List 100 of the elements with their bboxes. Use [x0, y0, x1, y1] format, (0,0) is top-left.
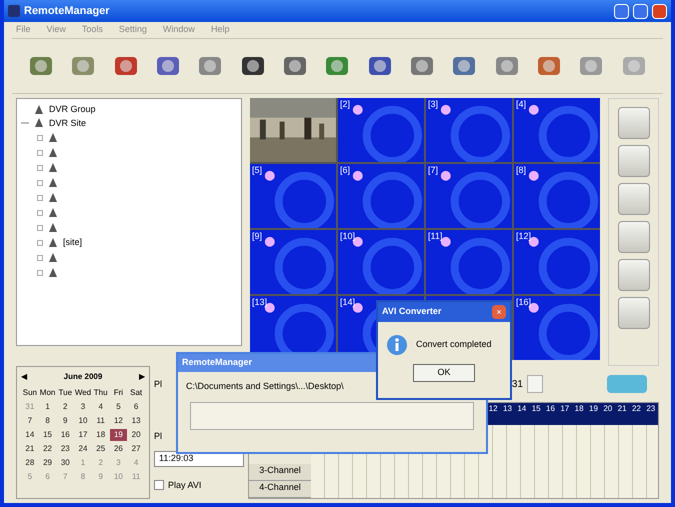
minimize-button[interactable] [614, 4, 629, 18]
expander-icon[interactable] [37, 210, 43, 216]
dialog-close-button[interactable]: × [492, 305, 506, 319]
video-tile[interactable] [250, 164, 336, 228]
calendar-day[interactable]: 4 [92, 401, 110, 413]
fullscreen-button[interactable] [618, 259, 650, 291]
camera-icon [33, 104, 45, 116]
expander-icon[interactable] [37, 194, 43, 200]
spin-value: 31 [512, 378, 523, 392]
expander-icon[interactable] [37, 150, 43, 156]
calendar-day[interactable]: 15 [38, 429, 56, 441]
video-tile[interactable] [426, 164, 512, 228]
calendar-month: June 2009 [64, 371, 102, 383]
maximize-button[interactable] [633, 4, 648, 18]
calendar-day[interactable]: 5 [110, 401, 128, 413]
video-tile[interactable] [514, 98, 600, 162]
hour-label: 16 [546, 403, 555, 415]
expander-icon[interactable] [37, 254, 43, 260]
weekday-label: Tue [58, 387, 74, 399]
expander-icon[interactable] [37, 270, 43, 276]
calendar-day[interactable]: 7 [21, 415, 39, 427]
calendar-day[interactable]: 23 [56, 443, 74, 455]
camera-icon [47, 162, 59, 174]
spin-up-button[interactable] [527, 375, 543, 393]
hour-label: 13 [503, 403, 512, 415]
calendar-day[interactable]: 27 [127, 443, 145, 455]
video-tile[interactable] [514, 296, 600, 360]
play-button[interactable] [607, 375, 647, 393]
calendar-day[interactable]: 3 [74, 401, 92, 413]
channel-number: [4] [516, 98, 526, 111]
expander-icon[interactable] [37, 180, 43, 186]
hour-label: 18 [574, 403, 584, 415]
calendar-day[interactable]: 18 [92, 429, 110, 441]
video-tile[interactable] [250, 230, 336, 294]
checkbox-label: Play AVI [168, 478, 202, 492]
video-tile[interactable] [338, 164, 424, 228]
video-tile[interactable] [514, 164, 600, 228]
channel-number: [14] [340, 296, 356, 309]
weekday-label: Mon [38, 387, 56, 399]
calendar-day[interactable]: 11 [92, 415, 110, 427]
calendar-day[interactable]: 16 [56, 429, 74, 441]
channel-number: [6] [340, 164, 350, 177]
video-tile[interactable] [338, 230, 424, 294]
calendar-day[interactable]: 25 [92, 443, 110, 455]
checkbox[interactable] [154, 480, 164, 490]
expander-icon[interactable] [37, 164, 43, 170]
expander-icon[interactable] [37, 240, 43, 246]
video-tile[interactable] [426, 98, 512, 162]
calendar-day[interactable]: 21 [21, 443, 39, 455]
calendar-day[interactable]: 17 [74, 429, 92, 441]
playback-label: Pl [154, 430, 162, 442]
calendar-day[interactable]: 20 [127, 429, 145, 441]
calendar-day[interactable]: 8 [38, 415, 56, 427]
layout-4-button[interactable] [618, 145, 650, 177]
channel-number: [12] [516, 230, 532, 243]
camera-icon [47, 146, 59, 158]
expander-icon[interactable] [37, 134, 43, 140]
next-month-button[interactable]: ▶ [138, 371, 145, 383]
calendar-day[interactable]: 2 [56, 401, 74, 413]
layout-9-button[interactable] [618, 183, 650, 215]
camera-icon [47, 266, 59, 278]
video-tile[interactable] [426, 230, 512, 294]
channel-number: [5] [252, 164, 262, 177]
expander-icon[interactable] [37, 224, 43, 230]
calendar-day[interactable]: 29 [38, 457, 56, 469]
channel-label: 4-Channel [249, 481, 311, 498]
layout-16-button[interactable] [618, 221, 650, 253]
ok-button[interactable]: OK [413, 364, 475, 382]
hour-label: 15 [532, 403, 541, 415]
calendar-day[interactable]: 19 [110, 429, 128, 441]
calendar-day[interactable]: 14 [21, 429, 39, 441]
channel-number: [9] [252, 230, 262, 243]
weekday-label: Sun [22, 387, 38, 399]
calendar-day[interactable]: 1 [38, 401, 56, 413]
tree-item[interactable]: [site] [63, 236, 82, 250]
calendar-day[interactable]: 26 [110, 443, 128, 455]
close-button[interactable] [652, 4, 667, 18]
dialog-title: RemoteManager [182, 356, 252, 370]
tree-item[interactable]: DVR Site [49, 116, 86, 130]
calendar-day[interactable]: 10 [74, 415, 92, 427]
video-tile[interactable] [338, 98, 424, 162]
calendar-day[interactable]: 22 [38, 443, 56, 455]
tree-item[interactable]: DVR Group [49, 103, 96, 116]
calendar-day[interactable]: 24 [74, 443, 92, 455]
camera-icon [47, 176, 59, 188]
previous-month-button[interactable]: ◀ [21, 371, 27, 383]
calendar-day[interactable]: 30 [56, 457, 74, 469]
video-tile[interactable] [514, 230, 600, 294]
calendar-day[interactable]: 28 [21, 457, 39, 469]
channel-number: [16] [516, 296, 532, 309]
app-icon [8, 5, 20, 17]
settings-button[interactable] [618, 297, 650, 329]
hour-label: 17 [560, 403, 570, 415]
calendar-day[interactable]: 13 [127, 415, 145, 427]
calendar-day[interactable]: 6 [127, 401, 145, 413]
weekday-label: Sat [129, 387, 144, 399]
calendar-day[interactable]: 9 [56, 415, 74, 427]
camera-icon [47, 132, 59, 144]
calendar-day[interactable]: 12 [110, 415, 128, 427]
layout-1-button[interactable] [618, 107, 650, 139]
